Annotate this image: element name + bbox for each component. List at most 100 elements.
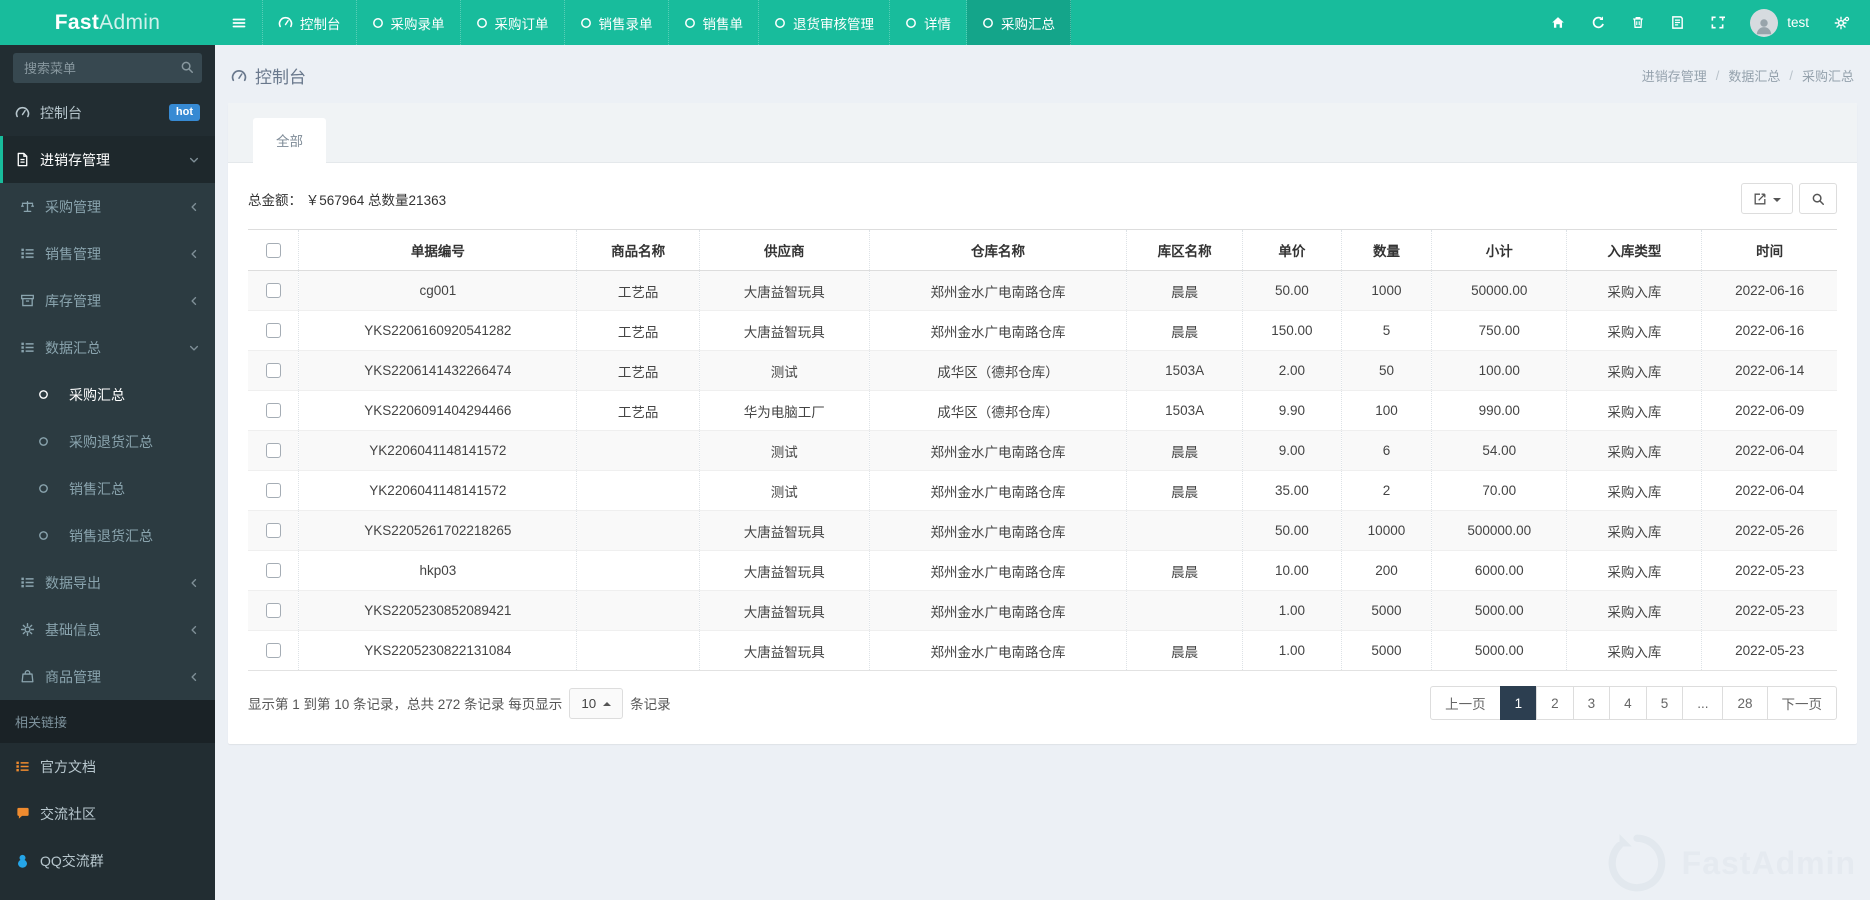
select-all-checkbox[interactable] <box>265 242 281 258</box>
top-tab-sales-entry[interactable]: 销售录单 <box>565 0 669 45</box>
table-row[interactable]: YKS2206160920541282 工艺品 大唐益智玩具 郑州金水广电南路仓库 晨晨… <box>248 310 1837 351</box>
table-row[interactable]: YK2206041148141572 测试 郑州金水广电南路仓库 晨晨 35.00 2 70… <box>248 470 1837 511</box>
sidebar-toggle-button[interactable] <box>215 0 263 45</box>
user-menu[interactable]: test <box>1750 8 1809 37</box>
page-prev[interactable]: 上一页 <box>1430 686 1501 720</box>
sidebar-link-qq-group[interactable]: QQ交流群 <box>0 837 215 884</box>
page-number[interactable]: 2 <box>1536 686 1574 720</box>
cell: 35.00 <box>1242 470 1342 511</box>
row-checkbox[interactable] <box>265 643 281 659</box>
expand-icon[interactable] <box>1710 15 1726 30</box>
table-row[interactable]: YK2206041148141572 测试 郑州金水广电南路仓库 晨晨 9.00 6 54.… <box>248 430 1837 471</box>
sidebar-item-sales-summary[interactable]: 销售汇总 <box>0 465 215 512</box>
gears-icon <box>20 622 45 637</box>
cell: 10000 <box>1340 510 1432 551</box>
row-checkbox[interactable] <box>265 603 281 619</box>
refresh-icon[interactable] <box>1591 15 1606 30</box>
table-row[interactable]: YKS2205230852089421 大唐益智玩具 郑州金水广电南路仓库 1.00 5… <box>248 590 1837 631</box>
sidebar-item-data-summary[interactable]: 数据汇总 <box>0 324 215 371</box>
menu-search-input[interactable] <box>13 53 202 83</box>
sidebar-item-data-export[interactable]: 数据导出 <box>0 559 215 606</box>
page-next[interactable]: 下一页 <box>1766 686 1837 720</box>
page-number[interactable]: 4 <box>1609 686 1647 720</box>
row-checkbox[interactable] <box>265 363 281 379</box>
column-header[interactable]: 小计 <box>1431 229 1567 271</box>
row-checkbox[interactable] <box>265 323 281 339</box>
sidebar-item-stock-mgmt[interactable]: 库存管理 <box>0 277 215 324</box>
sidebar-item-sales-mgmt[interactable]: 销售管理 <box>0 230 215 277</box>
settings-gears-icon[interactable] <box>1834 15 1850 31</box>
sidebar-link-community[interactable]: 交流社区 <box>0 790 215 837</box>
top-tab-purchase-summary[interactable]: 采购汇总 <box>967 0 1071 45</box>
page-ellipsis[interactable]: ... <box>1682 686 1724 720</box>
sidebar-item-label: 进销存管理 <box>40 151 110 168</box>
column-header[interactable]: 入库类型 <box>1566 229 1702 271</box>
table-row[interactable]: YKS2205230822131084 大唐益智玩具 郑州金水广电南路仓库 晨晨 1.0… <box>248 630 1837 671</box>
scale-icon <box>20 199 45 214</box>
column-header[interactable]: 单价 <box>1242 229 1342 271</box>
sidebar-item-base-info[interactable]: 基础信息 <box>0 606 215 653</box>
cell: 郑州金水广电南路仓库 <box>868 310 1127 351</box>
table-row[interactable]: cg001 工艺品 大唐益智玩具 郑州金水广电南路仓库 晨晨 50.00 1000 50000… <box>248 270 1837 311</box>
sidebar-item-purchase-return-summary[interactable]: 采购退货汇总 <box>0 418 215 465</box>
page-number[interactable]: 5 <box>1645 686 1684 720</box>
top-tab-purchase-entry[interactable]: 采购录单 <box>357 0 461 45</box>
page-number[interactable]: 28 <box>1722 686 1768 720</box>
column-header[interactable]: 单据编号 <box>298 229 577 271</box>
sidebar-item-purchase-mgmt[interactable]: 采购管理 <box>0 183 215 230</box>
cell: 采购入库 <box>1566 430 1702 471</box>
tab-all[interactable]: 全部 <box>253 118 326 163</box>
column-header[interactable]: 仓库名称 <box>868 229 1127 271</box>
brand-logo[interactable]: Fast Admin <box>0 0 215 45</box>
column-header[interactable]: 时间 <box>1701 229 1837 271</box>
sidebar-item-goods-mgmt[interactable]: 商品管理 <box>0 653 215 700</box>
cell: 100 <box>1340 390 1432 431</box>
top-tab-label: 采购录单 <box>390 16 445 32</box>
top-tab-purchase-order[interactable]: 采购订单 <box>461 0 565 45</box>
cell: 成华区（德邦仓库） <box>868 350 1127 391</box>
row-checkbox[interactable] <box>265 443 281 459</box>
page-number[interactable]: 1 <box>1499 686 1538 720</box>
home-icon[interactable] <box>1550 15 1566 30</box>
table-row[interactable]: YKS2205261702218265 大唐益智玩具 郑州金水广电南路仓库 50.00… <box>248 510 1837 551</box>
column-header[interactable]: 数量 <box>1340 229 1432 271</box>
page-size-dropdown[interactable]: 10 <box>569 687 624 719</box>
row-checkbox[interactable] <box>265 403 281 419</box>
sidebar-item-inventory-root[interactable]: 进销存管理 <box>0 136 215 183</box>
top-tab-sales-order[interactable]: 销售单 <box>669 0 759 45</box>
column-header[interactable]: 库区名称 <box>1126 229 1243 271</box>
table-row[interactable]: YKS2206141432266474 工艺品 测试 成华区（德邦仓库） 1503A 2.… <box>248 350 1837 391</box>
cell: 采购入库 <box>1566 390 1702 431</box>
table-row[interactable]: YKS2206091404294466 工艺品 华为电脑工厂 成华区（德邦仓库） 150… <box>248 390 1837 431</box>
row-checkbox[interactable] <box>265 283 281 299</box>
export-button[interactable] <box>1741 183 1793 214</box>
cell: 1000 <box>1340 270 1432 311</box>
top-tab-return-audit[interactable]: 退货审核管理 <box>759 0 890 45</box>
row-checkbox[interactable] <box>265 483 281 499</box>
row-checkbox[interactable] <box>265 563 281 579</box>
bars-icon <box>231 15 247 31</box>
sidebar-link-official-docs[interactable]: 官方文档 <box>0 743 215 790</box>
cell: 200 <box>1340 550 1432 591</box>
top-tab-detail[interactable]: 详情 <box>890 0 967 45</box>
search-toggle-button[interactable] <box>1799 183 1837 214</box>
docs-icon[interactable] <box>1670 15 1685 30</box>
column-header[interactable]: 商品名称 <box>576 229 700 271</box>
sidebar-item-dashboard[interactable]: 控制台 hot <box>0 89 215 136</box>
search-icon[interactable] <box>180 60 194 74</box>
page-number[interactable]: 3 <box>1572 686 1611 720</box>
cell: 50000.00 <box>1431 270 1567 311</box>
sidebar-section-header: 相关链接 <box>0 700 215 743</box>
trash-icon[interactable] <box>1631 15 1645 30</box>
breadcrumb-item[interactable]: 数据汇总 <box>1728 66 1780 85</box>
column-header[interactable]: 供应商 <box>698 229 870 271</box>
sidebar-item-sales-return-summary[interactable]: 销售退货汇总 <box>0 512 215 559</box>
list-icon <box>20 575 45 590</box>
breadcrumb-item[interactable]: 进销存管理 <box>1642 66 1707 85</box>
row-checkbox[interactable] <box>265 523 281 539</box>
sidebar-item-purchase-summary[interactable]: 采购汇总 <box>0 371 215 418</box>
breadcrumb-item[interactable]: 采购汇总 <box>1802 66 1854 85</box>
table-toolbar: 总金额： ￥567964 总数量21363 <box>248 183 1837 214</box>
table-row[interactable]: hkp03 大唐益智玩具 郑州金水广电南路仓库 晨晨 10.00 200 6000.00 采购… <box>248 550 1837 591</box>
top-tab-dashboard[interactable]: 控制台 <box>263 0 357 45</box>
